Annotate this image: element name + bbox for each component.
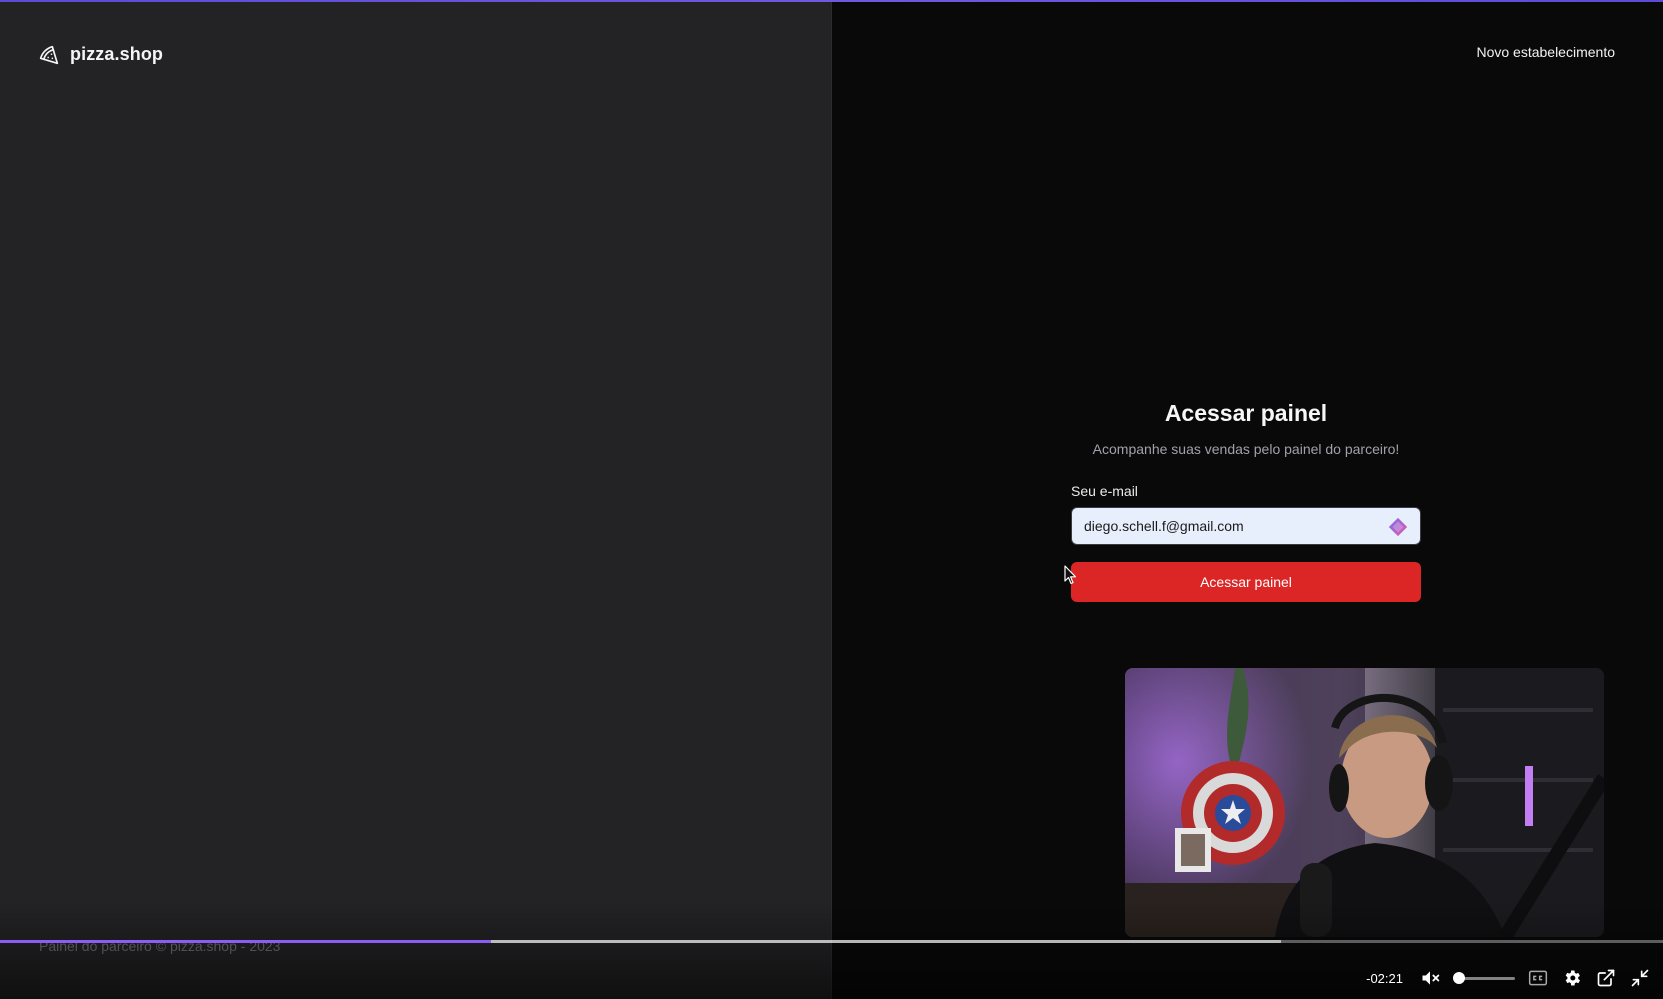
- brand: pizza.shop: [39, 44, 163, 65]
- page-title: Acessar painel: [1164, 400, 1328, 426]
- loading-bar: [0, 0, 1663, 2]
- mouse-cursor-icon: [1064, 565, 1077, 585]
- pizza-icon: [39, 45, 59, 64]
- login-form: Acessar painel Acompanhe suas vendas pel…: [1071, 400, 1421, 602]
- brand-panel: pizza.shop Painel do parceiro © pizza.sh…: [0, 0, 832, 999]
- gear-icon[interactable]: [1561, 967, 1583, 989]
- submit-button[interactable]: Acessar painel: [1071, 562, 1421, 602]
- webcam-image: [1125, 668, 1604, 937]
- email-label: Seu e-mail: [1071, 483, 1138, 499]
- app-window: pizza.shop Painel do parceiro © pizza.sh…: [0, 0, 1663, 999]
- webcam-overlay: [1125, 668, 1604, 937]
- captions-icon[interactable]: [1527, 967, 1549, 989]
- volume-knob[interactable]: [1453, 972, 1465, 984]
- video-progress-bar[interactable]: [0, 940, 1663, 943]
- player-controls: -02:21: [1366, 966, 1651, 990]
- page-subtitle: Acompanhe suas vendas pelo painel do par…: [1092, 441, 1400, 457]
- volume-slider[interactable]: [1453, 971, 1515, 985]
- email-field-wrapper: [1071, 507, 1421, 545]
- popout-icon[interactable]: [1595, 967, 1617, 989]
- video-progress-played: [0, 940, 491, 943]
- autofill-icon[interactable]: [1387, 516, 1409, 538]
- new-store-link[interactable]: Novo estabelecimento: [1476, 44, 1615, 60]
- exit-fullscreen-icon[interactable]: [1629, 967, 1651, 989]
- brand-name: pizza.shop: [70, 44, 164, 64]
- volume-muted-icon[interactable]: [1419, 967, 1441, 989]
- time-remaining: -02:21: [1366, 970, 1403, 986]
- email-field[interactable]: [1072, 508, 1420, 544]
